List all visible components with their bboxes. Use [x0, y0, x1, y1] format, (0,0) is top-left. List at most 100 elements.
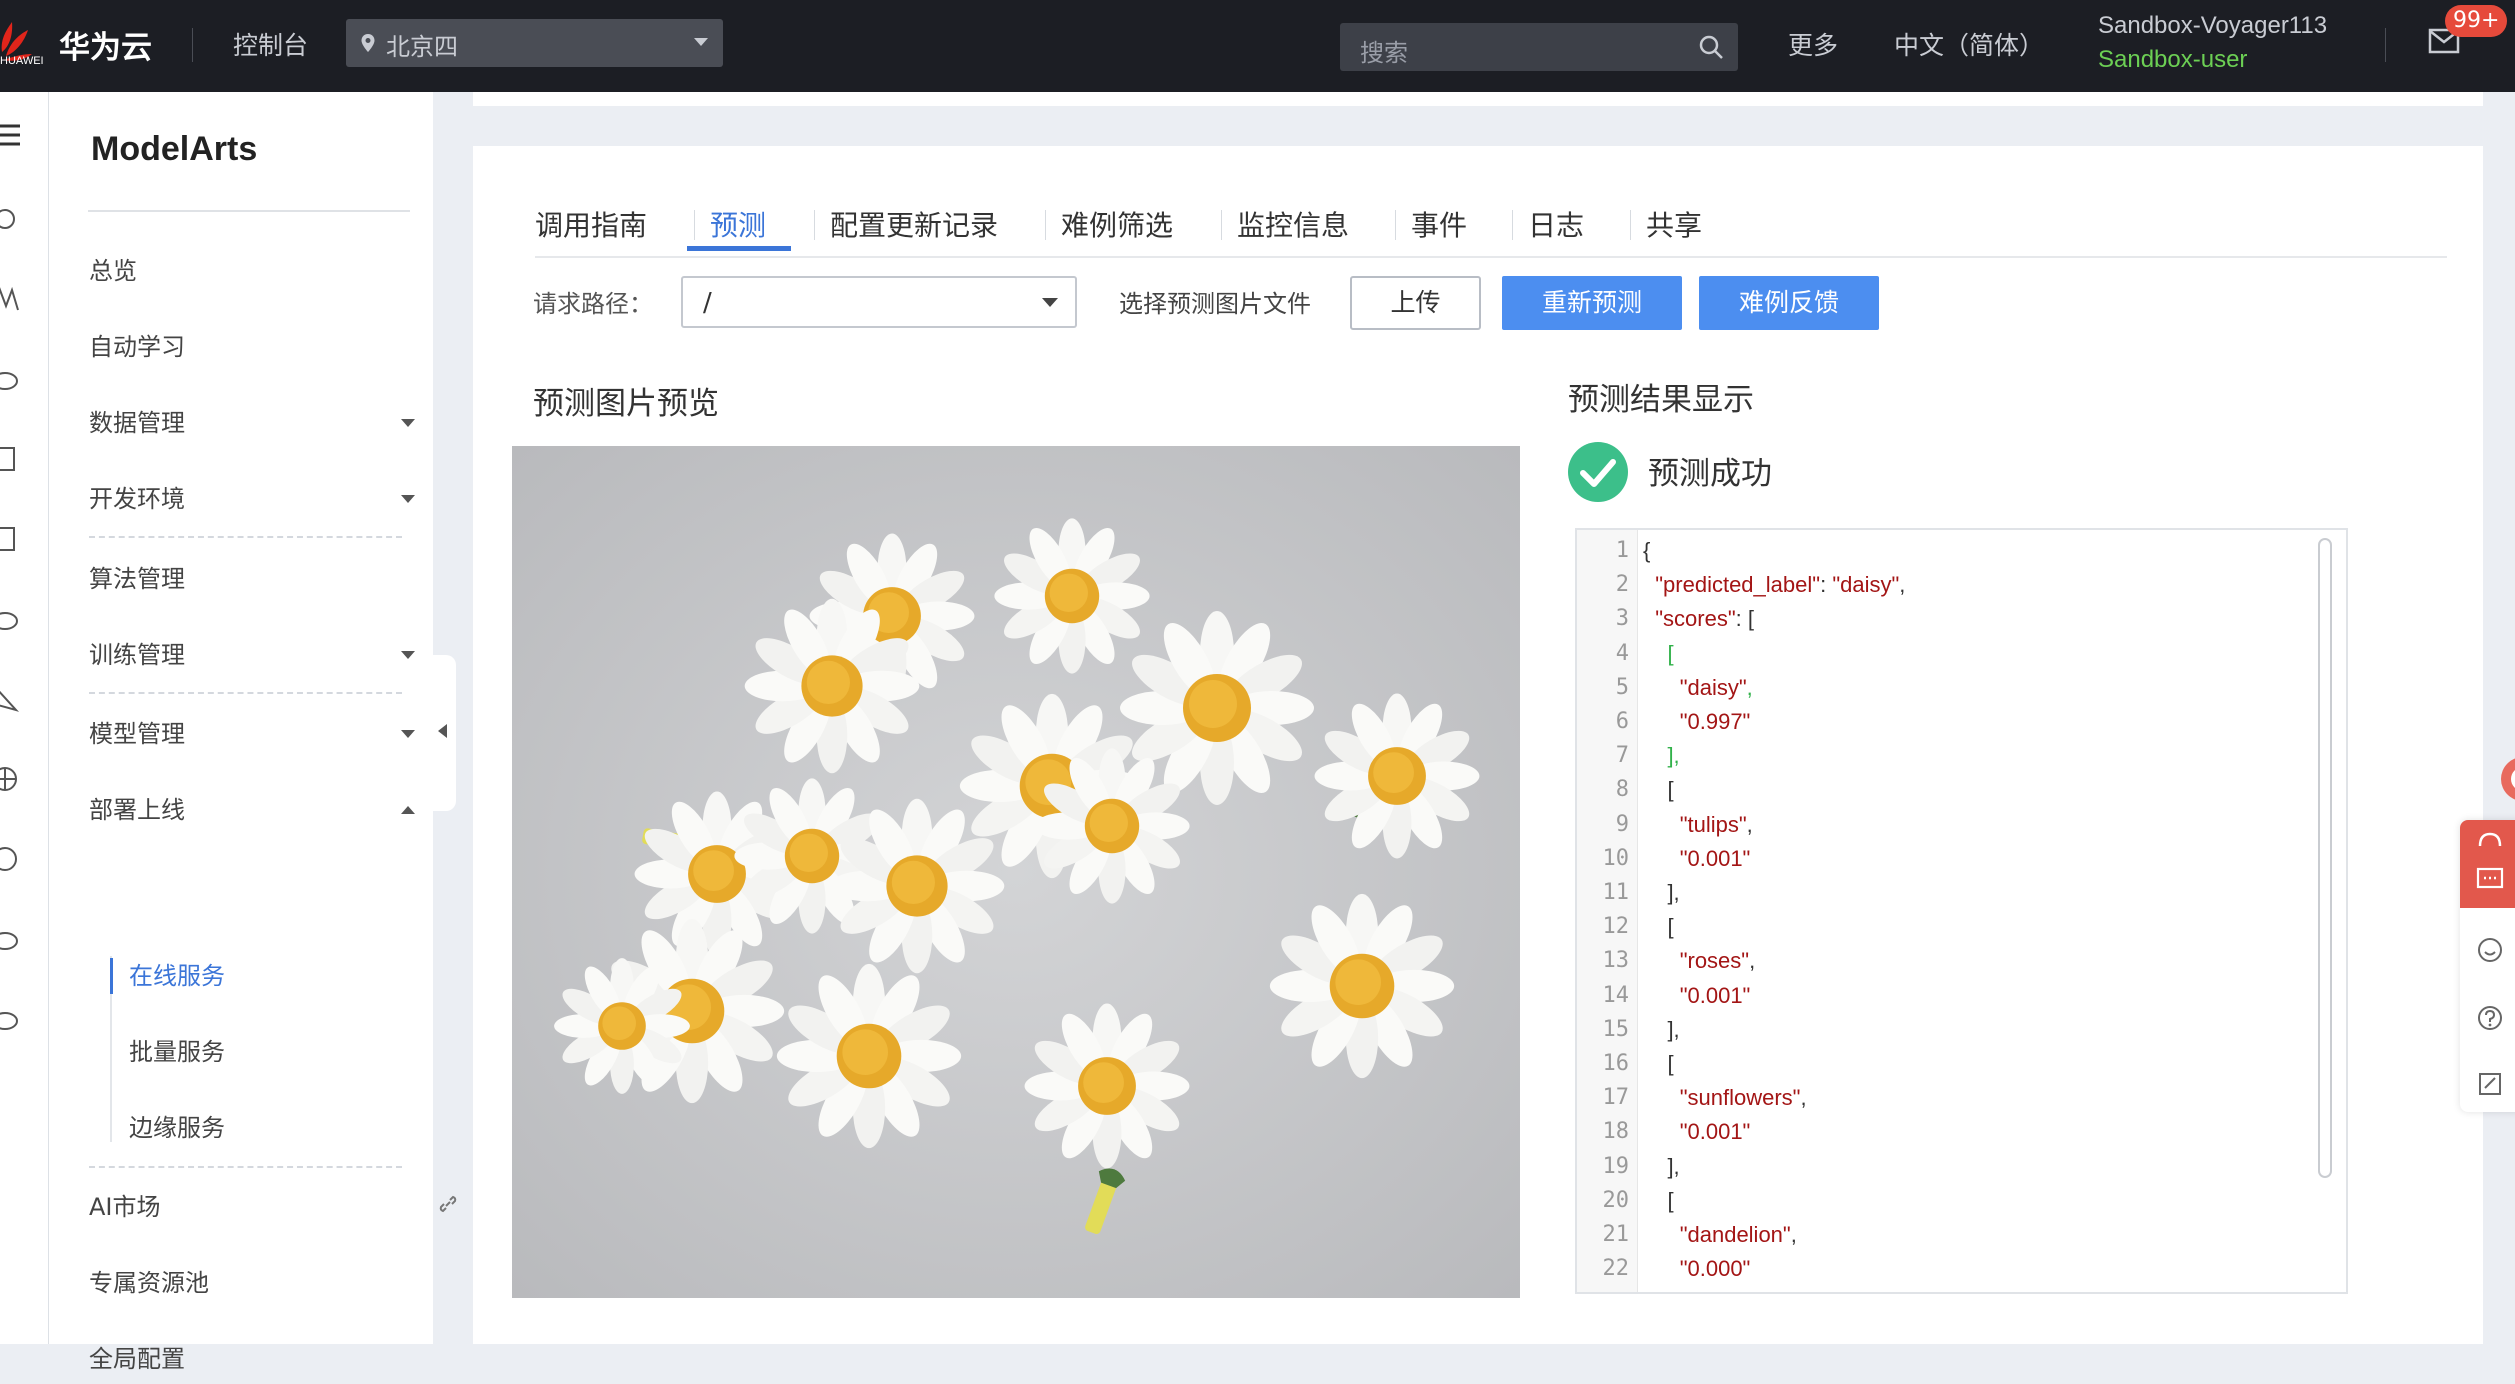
- code-line: "scores": [: [1655, 606, 1754, 632]
- active-tab-indicator: [687, 246, 791, 251]
- external-link-icon[interactable]: [438, 1194, 458, 1214]
- code-line: [: [1643, 914, 1674, 940]
- sidebar-item-algorithm-management[interactable]: 算法管理: [89, 554, 419, 604]
- code-line: "predicted_label": "daisy",: [1655, 572, 1906, 598]
- sidebar-item-auto-learning[interactable]: 自动学习: [89, 322, 419, 372]
- chat-service-button[interactable]: [2460, 820, 2515, 908]
- chevron-left-icon: [438, 724, 447, 738]
- user-role: Sandbox-user: [2098, 46, 2248, 73]
- send-icon[interactable]: [0, 684, 20, 714]
- tab-events[interactable]: 事件: [1411, 204, 1467, 248]
- upload-button[interactable]: 上传: [1350, 276, 1481, 330]
- sidebar-item-batch-service[interactable]: 批量服务: [129, 1027, 389, 1077]
- sidebar-item-dev-environment[interactable]: 开发环境: [89, 474, 419, 524]
- scrollbar[interactable]: [2318, 538, 2332, 1178]
- pin-icon[interactable]: [0, 844, 20, 874]
- sidebar-item-model-management[interactable]: 模型管理: [89, 709, 419, 759]
- help-icon[interactable]: [2476, 1004, 2504, 1032]
- region-value: 北京四: [386, 33, 458, 61]
- feedback-smile-icon[interactable]: [2476, 936, 2504, 964]
- tab-logs[interactable]: 日志: [1528, 204, 1584, 248]
- code-line: [: [1643, 1187, 1674, 1213]
- brand-name[interactable]: 华为云: [59, 22, 152, 67]
- tab-share[interactable]: 共享: [1646, 204, 1702, 248]
- search-icon[interactable]: [1698, 34, 1724, 60]
- chevron-down-icon: [401, 651, 415, 659]
- tab-hard-example[interactable]: 难例筛选: [1061, 204, 1173, 248]
- sidebar-divider: [89, 536, 402, 538]
- sidebar-item-ai-market[interactable]: AI市场: [89, 1182, 419, 1232]
- request-path-select[interactable]: /: [681, 276, 1077, 328]
- globe-icon[interactable]: [0, 764, 20, 794]
- service-icon-rail: [0, 92, 49, 1344]
- chevron-up-icon: [401, 806, 415, 814]
- region-selector[interactable]: 北京四: [346, 19, 723, 67]
- line-number: 10: [1602, 845, 1630, 871]
- result-title: 预测结果显示: [1568, 382, 1754, 418]
- code-line: "0.001": [1679, 845, 1751, 871]
- code-line: [: [1643, 777, 1674, 803]
- code-line: "0.001": [1679, 1119, 1751, 1145]
- sidebar-item-online-service[interactable]: 在线服务: [129, 951, 389, 1001]
- sidebar-item-global-config[interactable]: 全局配置: [89, 1334, 419, 1384]
- sidebar-item-label: 专属资源池: [89, 1269, 209, 1297]
- sidebar-item-label: 数据管理: [89, 409, 185, 437]
- repredict-button[interactable]: 重新预测: [1502, 276, 1682, 330]
- code-line: "roses",: [1679, 948, 1756, 974]
- document-icon[interactable]: [0, 444, 20, 474]
- file-icon[interactable]: [0, 524, 20, 554]
- line-number: 23: [1589, 1290, 1630, 1292]
- line-number: 5: [1615, 674, 1629, 700]
- edit-note-icon[interactable]: [2476, 1070, 2504, 1098]
- chat-icon: [2476, 867, 2504, 889]
- line-number: 16: [1602, 1051, 1630, 1076]
- sidebar-item-overview[interactable]: 总览: [89, 246, 419, 296]
- sidebar-item-training-management[interactable]: 训练管理: [89, 630, 419, 680]
- language-selector[interactable]: 中文（简体）: [1894, 26, 2044, 62]
- sidebar-divider: [89, 692, 402, 694]
- cloud-icon[interactable]: [0, 364, 20, 394]
- sidebar-divider: [89, 1166, 402, 1168]
- sidebar-collapse-button[interactable]: [430, 655, 456, 811]
- chart-icon[interactable]: [0, 284, 20, 314]
- sidebar-item-dedicated-pool[interactable]: 专属资源池: [89, 1258, 419, 1308]
- code-line: ],: [1643, 880, 1680, 905]
- console-link[interactable]: 控制台: [233, 26, 308, 62]
- line-number: 19: [1602, 1153, 1630, 1179]
- code-line: {: [1643, 538, 1651, 563]
- line-number-gutter: 1234567891011121314151617181920212223: [1577, 530, 1638, 1292]
- hard-example-feedback-button[interactable]: 难例反馈: [1699, 276, 1879, 330]
- cloud-icon[interactable]: [0, 604, 20, 634]
- search-input[interactable]: 搜索: [1340, 23, 1738, 71]
- sidebar-item-deployment[interactable]: 部署上线: [89, 785, 419, 835]
- line-number: 13: [1602, 948, 1630, 974]
- request-path-label: 请求路径：: [533, 290, 653, 318]
- chevron-down-icon: [694, 38, 708, 46]
- sidebar-item-label: 边缘服务: [129, 1114, 225, 1142]
- tab-monitoring[interactable]: 监控信息: [1237, 204, 1349, 248]
- line-number: 20: [1602, 1187, 1630, 1213]
- tab-predict[interactable]: 预测: [710, 204, 766, 248]
- assistant-icon[interactable]: [2493, 756, 2515, 802]
- menu-icon[interactable]: [0, 120, 24, 150]
- sidebar-item-data-management[interactable]: 数据管理: [89, 398, 419, 448]
- line-number: 7: [1615, 743, 1629, 769]
- code-line: "daisy",: [1679, 674, 1753, 700]
- active-indicator: [110, 958, 113, 994]
- header-strip: [473, 92, 2483, 106]
- sidebar-item-edge-service[interactable]: 边缘服务: [129, 1103, 389, 1153]
- tab-divider: [694, 210, 695, 240]
- code-line: "0.997": [1679, 709, 1751, 734]
- prediction-result-json[interactable]: 1234567891011121314151617181920212223 { …: [1575, 528, 2348, 1294]
- node-icon[interactable]: [0, 204, 20, 234]
- cloud-icon[interactable]: [0, 924, 20, 954]
- sidebar-item-label: 总览: [89, 257, 137, 285]
- tab-usage-guide[interactable]: 调用指南: [535, 204, 647, 248]
- cloud-download-icon[interactable]: [0, 1004, 20, 1034]
- line-number: 1: [1615, 538, 1629, 563]
- tab-divider: [1512, 210, 1513, 240]
- tab-config-history[interactable]: 配置更新记录: [830, 204, 998, 248]
- user-name[interactable]: Sandbox-Voyager113: [2098, 12, 2327, 40]
- more-menu[interactable]: 更多: [1788, 26, 1838, 62]
- code-line: ],: [1643, 1016, 1680, 1042]
